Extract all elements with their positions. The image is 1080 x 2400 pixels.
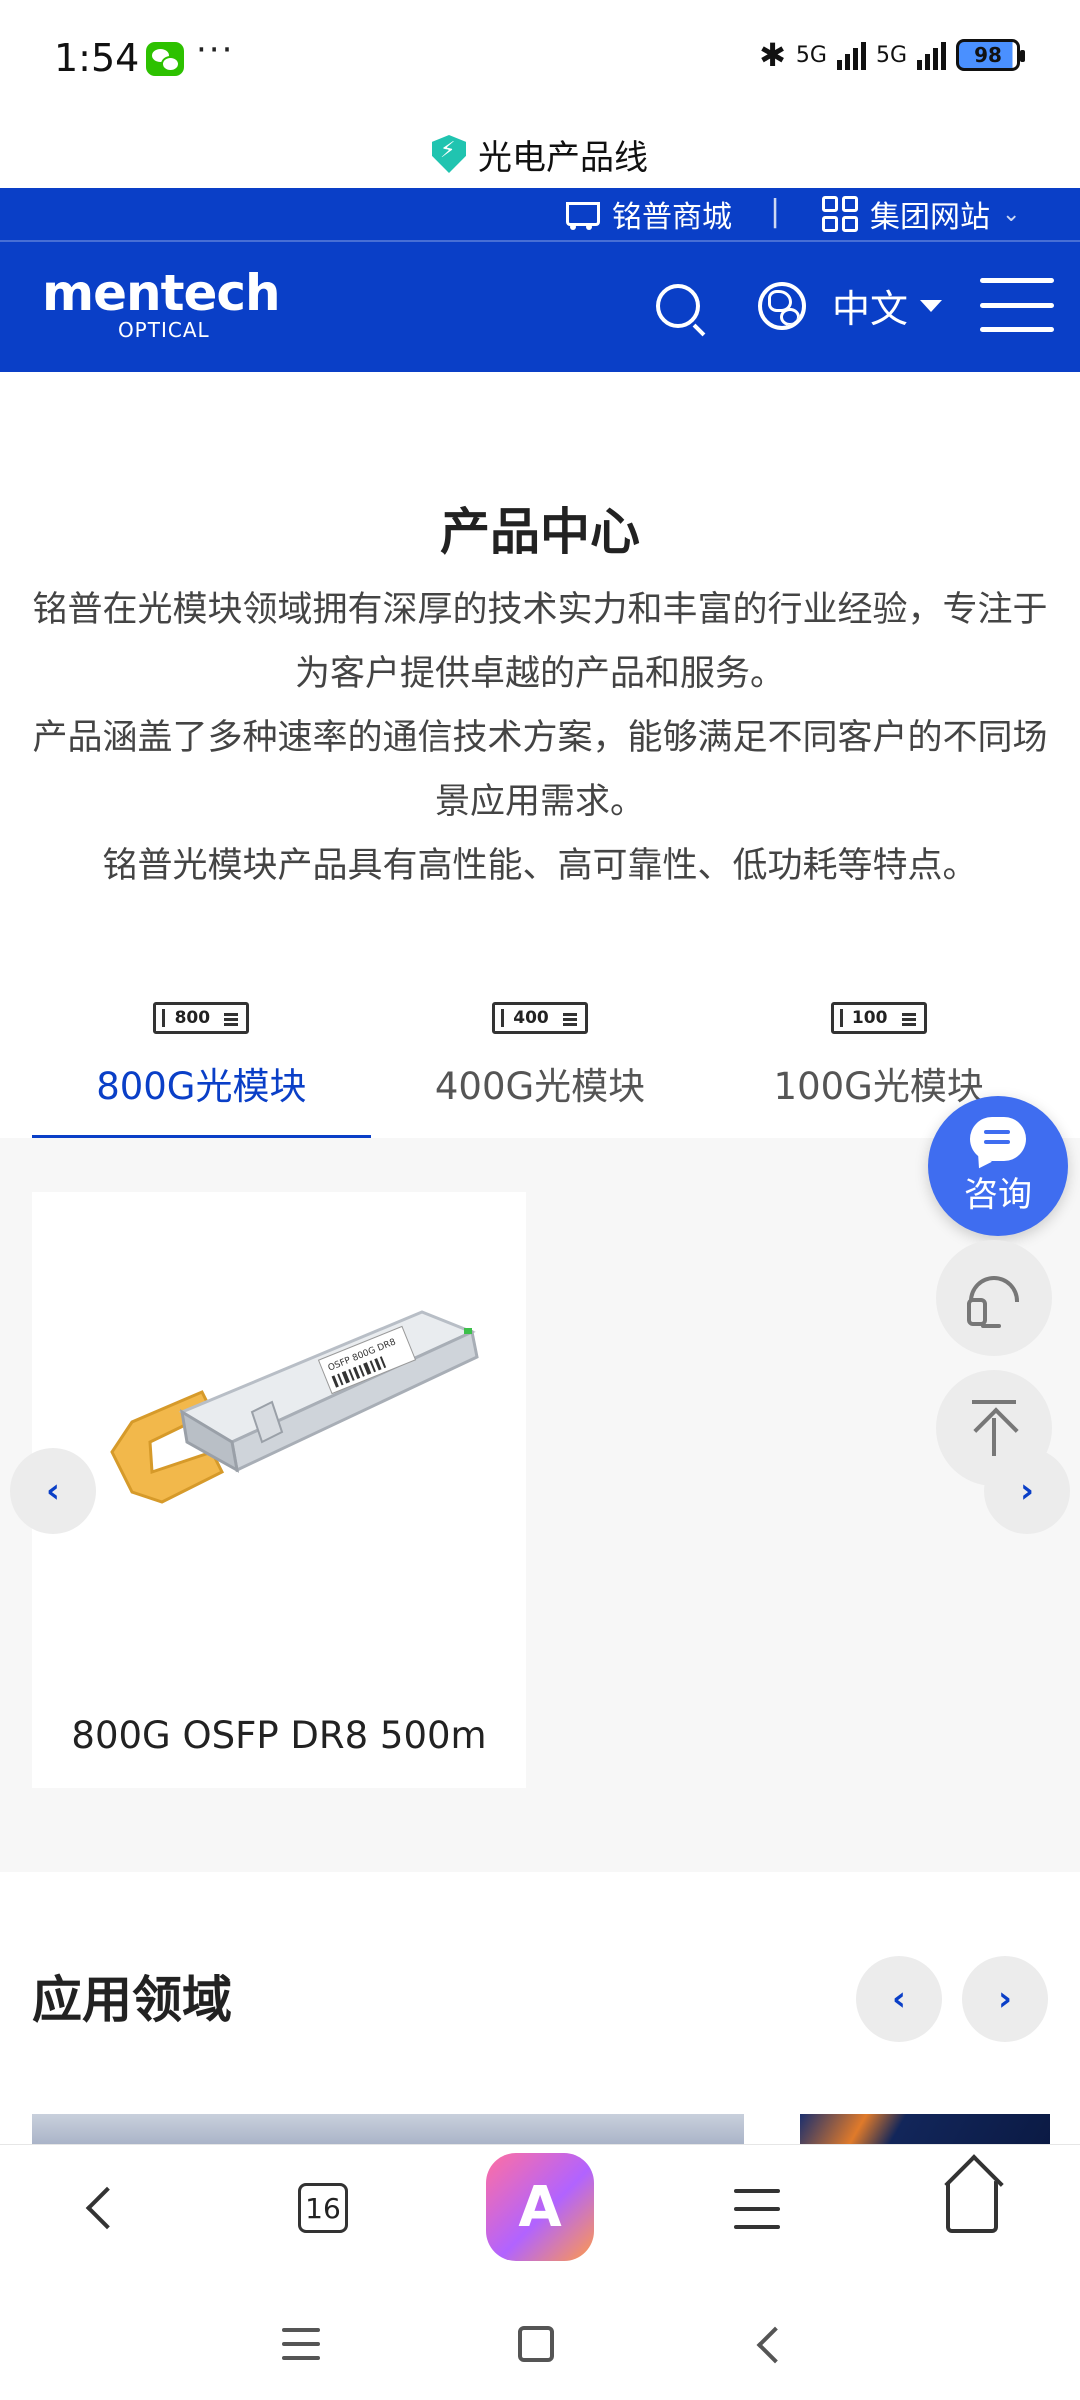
intro-paragraph: 铭普在光模块领域拥有深厚的技术实力和丰富的行业经验，专注于为客户提供卓越的产品和… [32, 590, 1048, 694]
consult-button[interactable]: 咨询 [928, 1096, 1068, 1236]
group-site-dropdown[interactable]: 集团网站 ⌄ [822, 192, 1020, 236]
network-type-2: 5G [875, 42, 907, 68]
intro-text: 铭普在光模块领域拥有深厚的技术实力和丰富的行业经验，专注于为客户提供卓越的产品和… [30, 578, 1050, 898]
tab-label: 400G光模块 [434, 1065, 646, 1108]
browser-toolbar: 16 A [0, 2144, 1080, 2282]
menu-icon[interactable] [734, 2189, 780, 2229]
mall-label: 铭普商城 [612, 200, 732, 235]
mall-link[interactable]: 铭普商城 [560, 192, 732, 236]
network-type-1: 5G [795, 42, 827, 68]
intro-paragraph: 铭普光模块产品具有高性能、高可靠性、低功耗等特点。 [102, 846, 978, 886]
ai-logo-icon: A [518, 2174, 562, 2240]
separator: | [770, 194, 781, 229]
system-back-icon[interactable] [756, 2326, 794, 2364]
tabs-button[interactable]: 16 [298, 2183, 348, 2233]
caret-down-icon [920, 299, 943, 312]
system-home-icon[interactable] [518, 2326, 554, 2362]
back-to-top-button[interactable] [936, 1370, 1052, 1486]
status-icons: ✱ 5G 5G 98 [759, 36, 1025, 74]
search-icon[interactable] [656, 284, 700, 328]
ai-assistant-button[interactable]: A [486, 2153, 594, 2261]
cart-icon [560, 196, 600, 232]
tab-label: 800G光模块 [96, 1065, 307, 1108]
language-selector[interactable]: 中文 [832, 278, 943, 333]
module-icon: 800 [153, 1002, 250, 1034]
applications-title: 应用领域 [32, 1971, 232, 2029]
arrow-up-icon [972, 1400, 1016, 1456]
chevron-left-icon: ‹ [891, 1979, 906, 2019]
hamburger-menu-icon[interactable] [980, 278, 1054, 332]
tab-800g[interactable]: 800 800G光模块 [32, 990, 371, 1138]
chat-bubble-icon [970, 1116, 1026, 1161]
chevron-left-icon: ‹ [45, 1471, 60, 1511]
consult-label: 咨询 [964, 1174, 1032, 1215]
wechat-icon [146, 42, 184, 76]
more-notifications: ··· [196, 30, 235, 70]
group-site-label: 集团网站 [870, 200, 990, 235]
section-title: 产品中心 [440, 503, 640, 561]
battery-icon: 98 [956, 39, 1025, 71]
module-icon: 400 [492, 1002, 588, 1034]
globe-icon[interactable] [758, 282, 806, 330]
status-bar: 1:54 ··· ✱ 5G 5G 98 [0, 0, 1080, 120]
application-image[interactable] [800, 2114, 1050, 2144]
chevron-down-icon: ⌄ [1002, 201, 1021, 227]
customer-service-button[interactable] [936, 1240, 1052, 1356]
logo-word: mentech [42, 264, 281, 322]
module-icon: 100 [830, 1002, 927, 1034]
signal-icon [836, 40, 866, 70]
grid-icon [822, 196, 858, 232]
language-label: 中文 [832, 287, 909, 331]
logo[interactable]: mentech OPTICAL [42, 264, 281, 342]
product-card[interactable]: OSFP 800G DR8 800G OSFP DR8 500m [32, 1192, 526, 1788]
home-icon[interactable] [946, 2181, 998, 2233]
security-shield-icon [432, 135, 466, 173]
application-image[interactable] [32, 2114, 744, 2144]
tab-400g[interactable]: 400 400G光模块 [371, 990, 710, 1138]
carousel-prev-button[interactable]: ‹ [10, 1448, 96, 1534]
bluetooth-icon: ✱ [759, 36, 786, 74]
applications-prev-button[interactable]: ‹ [856, 1956, 942, 2042]
signal-icon-2 [917, 40, 946, 70]
tab-label: 100G光模块 [773, 1065, 984, 1108]
chevron-right-icon: › [997, 1979, 1012, 2019]
top-strip: 铭普商城 | 集团网站 ⌄ [0, 188, 1080, 240]
page-title-bar: 光电产品线 [0, 120, 1080, 188]
product-name: 800G OSFP DR8 500m [71, 1714, 487, 1757]
product-tabs: 800 800G光模块 400 400G光模块 100 100G光模块 [32, 990, 1048, 1138]
optical-module-image: OSFP 800G DR8 [110, 1310, 479, 1504]
intro-paragraph: 产品涵盖了多种速率的通信技术方案，能够满足不同客户的不同场景应用需求。 [32, 718, 1048, 822]
header-divider [0, 240, 1080, 242]
recent-apps-icon[interactable] [282, 2328, 320, 2360]
applications-next-button[interactable]: › [962, 1956, 1048, 2042]
page-title: 光电产品线 [478, 137, 648, 178]
back-icon[interactable] [85, 2186, 129, 2230]
main-header: mentech OPTICAL 中文 [0, 240, 1080, 372]
headset-icon [967, 1276, 1019, 1328]
system-navigation [0, 2282, 1080, 2400]
clock: 1:54 [54, 36, 140, 80]
